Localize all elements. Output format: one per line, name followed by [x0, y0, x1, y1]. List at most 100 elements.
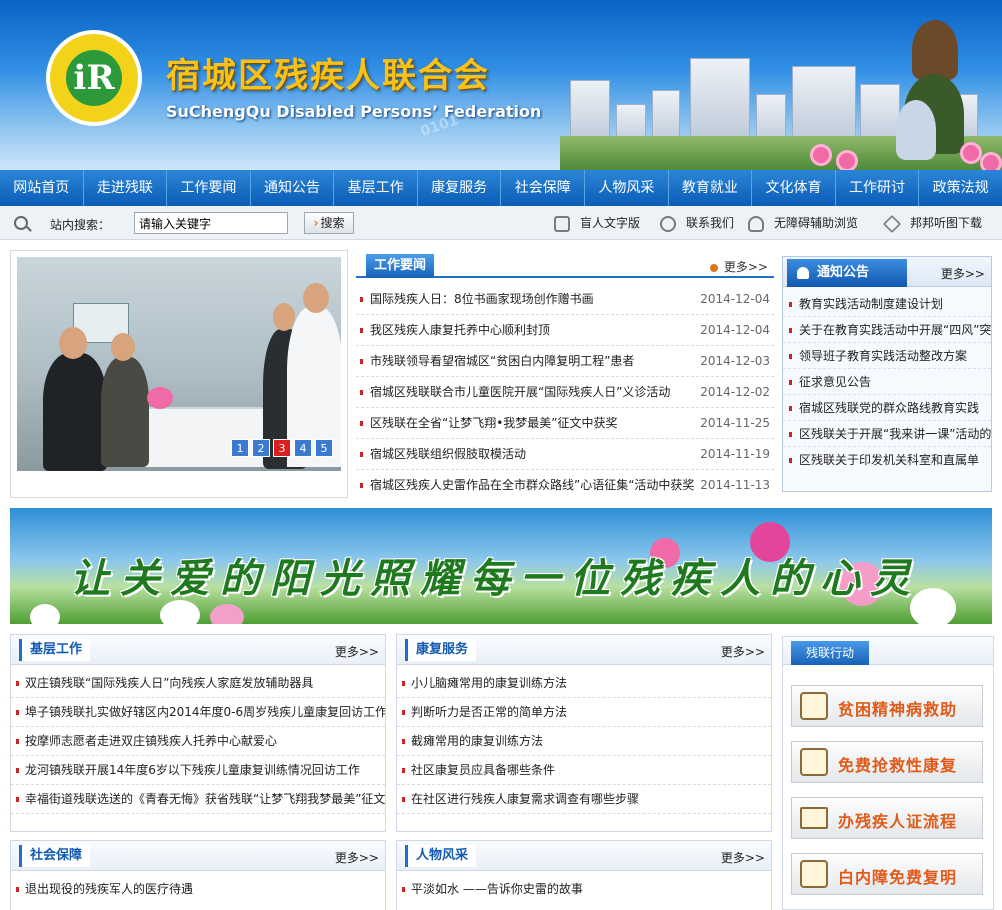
news-item[interactable]: 国际残疾人日：8位书画家现场创作赠书画 2014-12-04	[356, 284, 774, 315]
list-item[interactable]: 截瘫常用的康复训练方法	[397, 727, 771, 756]
list-item[interactable]: 按摩师志愿者走进双庄镇残疾人托养中心献爱心	[11, 727, 385, 756]
text-version-icon	[554, 215, 570, 232]
list-item[interactable]: 小儿脑瘫常用的康复训练方法	[397, 669, 771, 698]
news-item-date: 2014-12-04	[700, 292, 770, 306]
news-item[interactable]: 宿城区残联组织假肢取模活动 2014-11-19	[356, 439, 774, 470]
social-security-title[interactable]: 社会保障	[19, 845, 91, 867]
nav-item-education[interactable]: 教育就业	[669, 170, 753, 206]
work-news-tab[interactable]: 工作要闻	[366, 254, 435, 278]
social-security-more-link[interactable]: 更多>>	[335, 849, 379, 866]
bangbang-download-link[interactable]: 邦邦听图下载	[882, 214, 983, 234]
slider-page-5[interactable]: 5	[315, 439, 333, 457]
pencil-icon	[800, 692, 828, 720]
news-item-date: 2014-12-03	[700, 354, 770, 368]
notice-item[interactable]: 区残联关于印发机关科室和直属单	[783, 447, 991, 473]
news-item[interactable]: 市残联领导看望宿城区“贫困白内障复明工程”患者 2014-12-03	[356, 346, 774, 377]
notice-item[interactable]: 征求意见公告	[783, 369, 991, 395]
people-style-title[interactable]: 人物风采	[405, 845, 477, 867]
search-button[interactable]: › 搜索	[304, 212, 354, 234]
contact-us-link[interactable]: 联系我们	[660, 214, 734, 234]
people-style-header: 人物风采 更多>>	[397, 841, 771, 871]
nav-item-social-security[interactable]: 社会保障	[501, 170, 586, 206]
federation-logo[interactable]: iR	[46, 30, 142, 126]
nav-item-about[interactable]: 走进残联	[84, 170, 168, 206]
grassroots-work-panel: 基层工作 更多>> 双庄镇残联“国际残疾人日”向残疾人家庭发放辅助器具 埠子镇残…	[10, 634, 386, 832]
notice-item[interactable]: 领导班子教育实践活动整改方案	[783, 343, 991, 369]
nav-item-grassroots[interactable]: 基层工作	[334, 170, 418, 206]
slider-pager: 1 2 3 4 5	[231, 439, 333, 457]
notice-item[interactable]: 教育实践活动制度建设计划	[783, 291, 991, 317]
nav-item-policy[interactable]: 政策法规	[919, 170, 1002, 206]
blind-text-version-link[interactable]: 盲人文字版	[554, 214, 640, 234]
news-item-date: 2014-11-25	[700, 416, 770, 430]
news-item-date: 2014-12-02	[700, 385, 770, 399]
rehab-service-title[interactable]: 康复服务	[405, 639, 477, 661]
news-item[interactable]: 宿城区残联联合市儿童医院开展“国际残疾人日”义诊活动 2014-12-02	[356, 377, 774, 408]
list-item[interactable]: 社区康复员应具备哪些条件	[397, 756, 771, 785]
photo-slider: 1 2 3 4 5	[10, 250, 348, 498]
notice-panel: 通知公告 更多>> 教育实践活动制度建设计划 关于在教育实践活动中开展“四风”突…	[782, 256, 992, 492]
logo-glyph: iR	[73, 58, 115, 98]
work-news-more-link[interactable]: 更多>>	[709, 258, 768, 275]
action-label: 贫困精神病救助	[838, 700, 958, 719]
list-item[interactable]: 判断听力是否正常的简单方法	[397, 698, 771, 727]
work-news-panel: 工作要闻 更多>> 国际残疾人日：8位书画家现场创作赠书画 2014-12-04 …	[356, 250, 774, 500]
list-item[interactable]: 幸福街道残联选送的《青春无悔》获省残联“让梦飞翔我梦最美”征文	[11, 785, 385, 814]
news-item-title: 我区残疾人康复托养中心顺利封顶	[370, 323, 551, 337]
slider-page-4[interactable]: 4	[294, 439, 312, 457]
document-icon	[800, 860, 828, 888]
slogan-banner[interactable]: 让关爱的阳光照耀每一位残疾人的心灵	[10, 508, 992, 624]
notice-item[interactable]: 区残联关于开展“我来讲一课”活动的	[783, 421, 991, 447]
action-button-mental-illness-aid[interactable]: 贫困精神病救助	[791, 685, 983, 727]
contact-us-label: 联系我们	[686, 216, 735, 230]
bangbang-download-label: 邦邦听图下载	[910, 216, 983, 230]
nav-item-rehab[interactable]: 康复服务	[418, 170, 502, 206]
slider-page-1[interactable]: 1	[231, 439, 249, 457]
nav-item-home[interactable]: 网站首页	[0, 170, 84, 206]
list-item[interactable]: 退出现役的残疾军人的医疗待遇	[11, 875, 385, 904]
news-item-date: 2014-11-13	[700, 478, 770, 492]
site-header: iR 宿城区残疾人联合会 SuChengQu Disabled Persons’…	[0, 0, 1002, 170]
slide-photo[interactable]: 1 2 3 4 5	[17, 257, 341, 471]
bell-icon	[797, 266, 809, 279]
news-item-title: 宿城区残疾人史雷作品在全市群众路线”心语征集“活动中获奖	[370, 478, 695, 492]
notice-tab[interactable]: 通知公告	[787, 259, 907, 287]
list-item[interactable]: 龙河镇残联开展14年度6岁以下残疾儿童康复训练情况回访工作	[11, 756, 385, 785]
list-item[interactable]: 埠子镇残联扎实做好辖区内2014年度0-6周岁残疾儿童康复回访工作	[11, 698, 385, 727]
slider-page-2[interactable]: 2	[252, 439, 270, 457]
rehab-service-more-link[interactable]: 更多>>	[721, 643, 765, 660]
nav-item-notices[interactable]: 通知公告	[251, 170, 335, 206]
action-button-cataract-surgery[interactable]: 白内障免费复明	[791, 853, 983, 895]
notice-item[interactable]: 宿城区残联党的群众路线教育实践	[783, 395, 991, 421]
news-item[interactable]: 我区残疾人康复托养中心顺利封顶 2014-12-04	[356, 315, 774, 346]
nav-item-culture[interactable]: 文化体育	[752, 170, 836, 206]
search-icon	[14, 216, 28, 230]
search-toolbar: 站内搜索： ›搜索 盲人文字版 联系我们 无障碍辅助浏览 邦邦听图下载	[0, 206, 1002, 240]
federation-actions-tab[interactable]: 残联行动	[791, 641, 869, 665]
accessibility-browse-link[interactable]: 无障碍辅助浏览	[748, 214, 858, 234]
headphones-icon	[748, 215, 764, 232]
search-button-label: 搜索	[320, 216, 345, 230]
action-label: 白内障免费复明	[838, 868, 958, 887]
news-item-title: 区残联在全省“让梦飞翔•我梦最美”征文中获奖	[370, 416, 618, 430]
news-item[interactable]: 区残联在全省“让梦飞翔•我梦最美”征文中获奖 2014-11-25	[356, 408, 774, 439]
list-item[interactable]: 双庄镇残联“国际残疾人日”向残疾人家庭发放辅助器具	[11, 669, 385, 698]
grassroots-work-more-link[interactable]: 更多>>	[335, 643, 379, 660]
slider-page-3[interactable]: 3	[273, 439, 291, 457]
action-button-free-rescue-rehab[interactable]: 免费抢救性康复	[791, 741, 983, 783]
notice-more-link[interactable]: 更多>>	[941, 265, 985, 282]
action-button-disability-card-process[interactable]: 办残疾人证流程	[791, 797, 983, 839]
work-news-header: 工作要闻 更多>>	[356, 250, 774, 278]
action-label: 免费抢救性康复	[838, 756, 958, 775]
notice-item[interactable]: 关于在教育实践活动中开展“四风”突	[783, 317, 991, 343]
people-style-more-link[interactable]: 更多>>	[721, 849, 765, 866]
nav-item-work-news[interactable]: 工作要闻	[167, 170, 251, 206]
list-item[interactable]: 在社区进行残疾人康复需求调查有哪些步骤	[397, 785, 771, 814]
nav-item-people[interactable]: 人物风采	[585, 170, 669, 206]
list-item[interactable]: 平淡如水 ——告诉你史雷的故事	[397, 875, 771, 904]
search-input[interactable]	[134, 212, 288, 234]
news-item[interactable]: 宿城区残疾人史雷作品在全市群众路线”心语征集“活动中获奖 2014-11-13	[356, 470, 774, 501]
grassroots-work-title[interactable]: 基层工作	[19, 639, 91, 661]
city-skyline-image	[560, 20, 1002, 170]
nav-item-research[interactable]: 工作研讨	[836, 170, 920, 206]
